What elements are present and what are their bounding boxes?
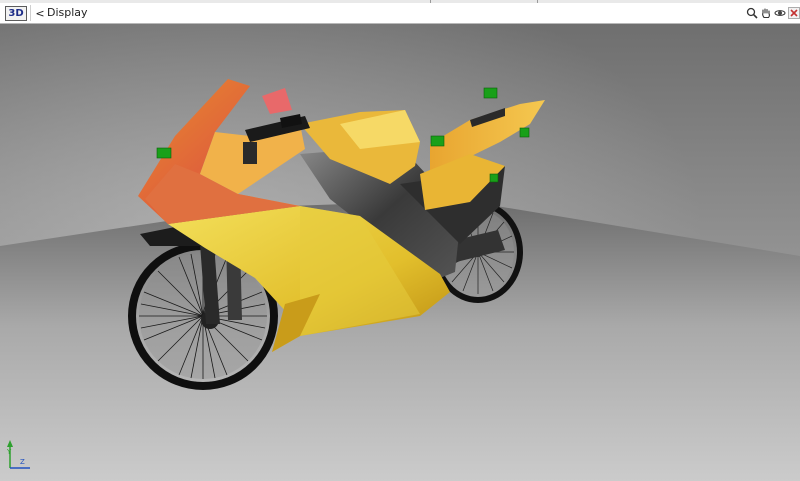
selection-handle[interactable] (430, 135, 445, 147)
selection-handle[interactable] (483, 87, 498, 99)
toolbar-top-strip (0, 0, 800, 3)
viewport-canvas: Y Z (0, 24, 800, 481)
axis-label-y: Y (6, 448, 12, 456)
view-mode-3d-button[interactable]: 3D (5, 6, 27, 21)
close-icon[interactable] (787, 6, 800, 20)
viewport-tools (745, 5, 800, 21)
selection-handle[interactable] (489, 173, 499, 183)
pan-hand-icon[interactable] (759, 6, 772, 20)
back-button[interactable]: < (34, 6, 46, 20)
modeling-app-window: 3D < Display Y Z (0, 0, 800, 481)
orbit-icon[interactable] (773, 6, 786, 20)
zoom-icon[interactable] (745, 6, 758, 20)
axis-label-z: Z (20, 458, 25, 466)
viewport-toolbar: 3D < Display (0, 0, 800, 24)
selection-handle[interactable] (156, 147, 172, 159)
3d-viewport[interactable]: Y Z (0, 24, 800, 481)
toolbar-divider (30, 5, 31, 21)
selection-handle[interactable] (519, 127, 530, 138)
panel-title: Display (47, 6, 88, 19)
